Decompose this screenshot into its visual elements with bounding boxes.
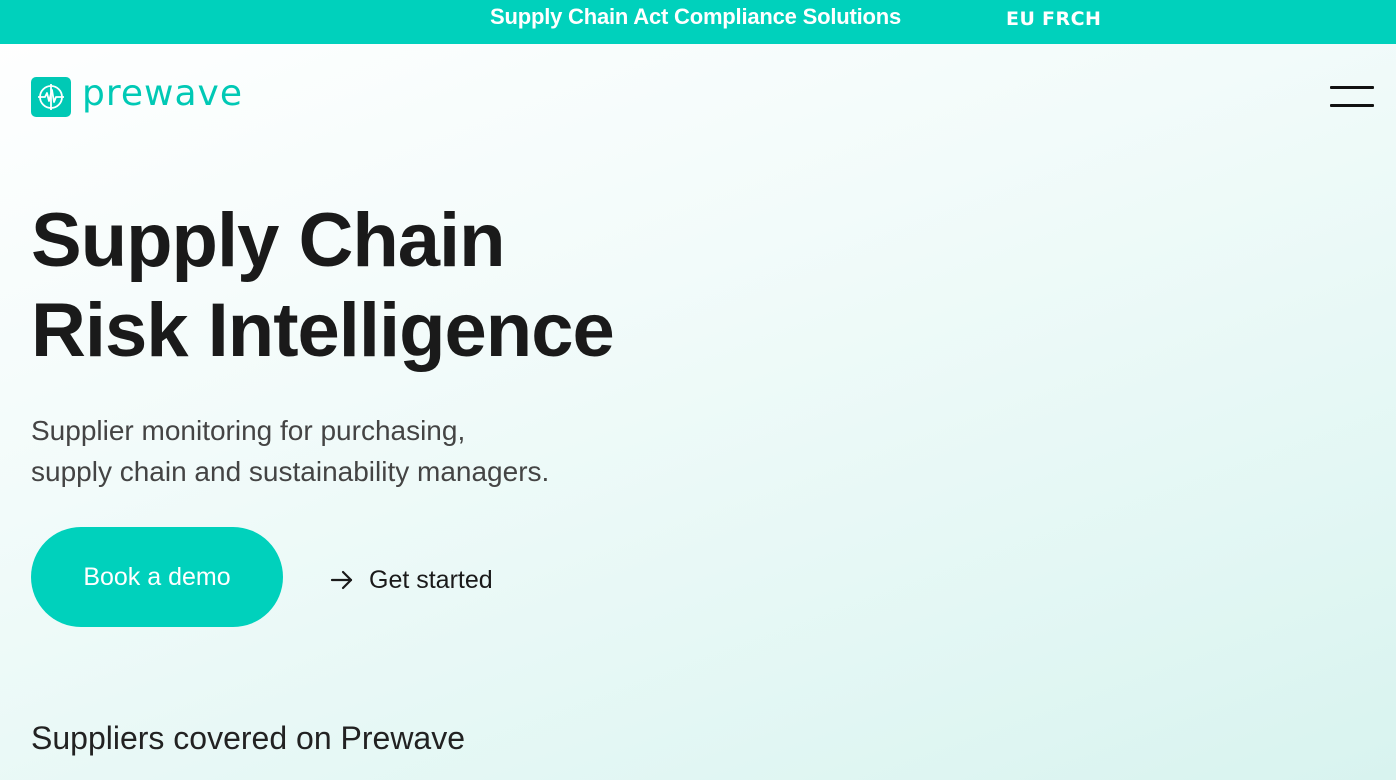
hero-headline: Supply Chain Risk Intelligence [31, 196, 615, 376]
book-demo-button[interactable]: Book a demo [31, 527, 283, 627]
get-started-label: Get started [369, 565, 493, 594]
supply-chain-act-link[interactable]: Supply Chain Act Compliance Solutions [490, 4, 901, 30]
announcement-bar: Supply Chain Act Compliance Solutions EU… [0, 0, 1396, 44]
get-started-link[interactable]: Get started [330, 563, 493, 597]
heartbeat-globe-icon [31, 77, 71, 117]
logo-wordmark: prewave [82, 73, 243, 114]
hero-subtitle-line-2: supply chain and sustainability managers… [31, 456, 550, 487]
arrow-right-icon [330, 570, 353, 590]
hero-headline-line-1: Supply Chain [31, 198, 506, 283]
hamburger-menu-icon[interactable] [1330, 84, 1374, 110]
prewave-logo[interactable]: prewave [31, 73, 243, 117]
hero-headline-line-2: Risk Intelligence [31, 288, 615, 373]
region-frch-link[interactable]: FRCH [1042, 8, 1101, 30]
hero-subtitle: Supplier monitoring for purchasing, supp… [31, 410, 549, 492]
region-eu-link[interactable]: EU [1006, 8, 1035, 30]
suppliers-section-heading: Suppliers covered on Prewave [31, 720, 466, 756]
hero-subtitle-line-1: Supplier monitoring for purchasing, [31, 415, 466, 446]
